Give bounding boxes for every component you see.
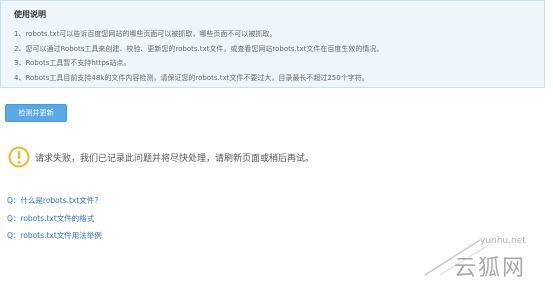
notice-list: 1、robots.txt可以告诉百度您网站的哪些页面可以被抓取，哪些页面不可以被… <box>14 27 383 85</box>
watermark-text: 云狐网 <box>454 256 527 281</box>
check-and-update-button[interactable]: 检测并更新 <box>5 104 67 122</box>
faq-link-robots-examples[interactable]: Q：robots.txt文件用法举例 <box>7 227 102 245</box>
error-message: 请求失败，我们已记录此问题并将尽快处理，请刷新页面或稍后再试。 <box>35 154 315 164</box>
faq-list: Q：什么是robots.txt文件？ Q：robots.txt文件的格式 Q：r… <box>7 192 102 245</box>
faq-link-what-is-robots[interactable]: Q：什么是robots.txt文件？ <box>7 192 102 210</box>
notice-item: 4、Robots工具目前支持48k的文件内容检测，请保证您的robots.txt… <box>14 73 369 82</box>
usage-notice-panel: 使用说明 1、robots.txt可以告诉百度您网站的哪些页面可以被抓取，哪些页… <box>0 0 545 88</box>
notice-item: 2、您可以通过Robots工具来创建、校验、更新您的robots.txt文件，或… <box>14 44 384 53</box>
notice-item: 3、Robots工具暂不支持https站点。 <box>14 59 131 67</box>
warning-circle-icon <box>8 146 30 168</box>
notice-title: 使用说明 <box>14 10 46 19</box>
notice-item: 1、robots.txt可以告诉百度您网站的哪些页面可以被抓取，哪些页面不可以被… <box>14 30 277 38</box>
faq-link-robots-format[interactable]: Q：robots.txt文件的格式 <box>7 210 102 228</box>
